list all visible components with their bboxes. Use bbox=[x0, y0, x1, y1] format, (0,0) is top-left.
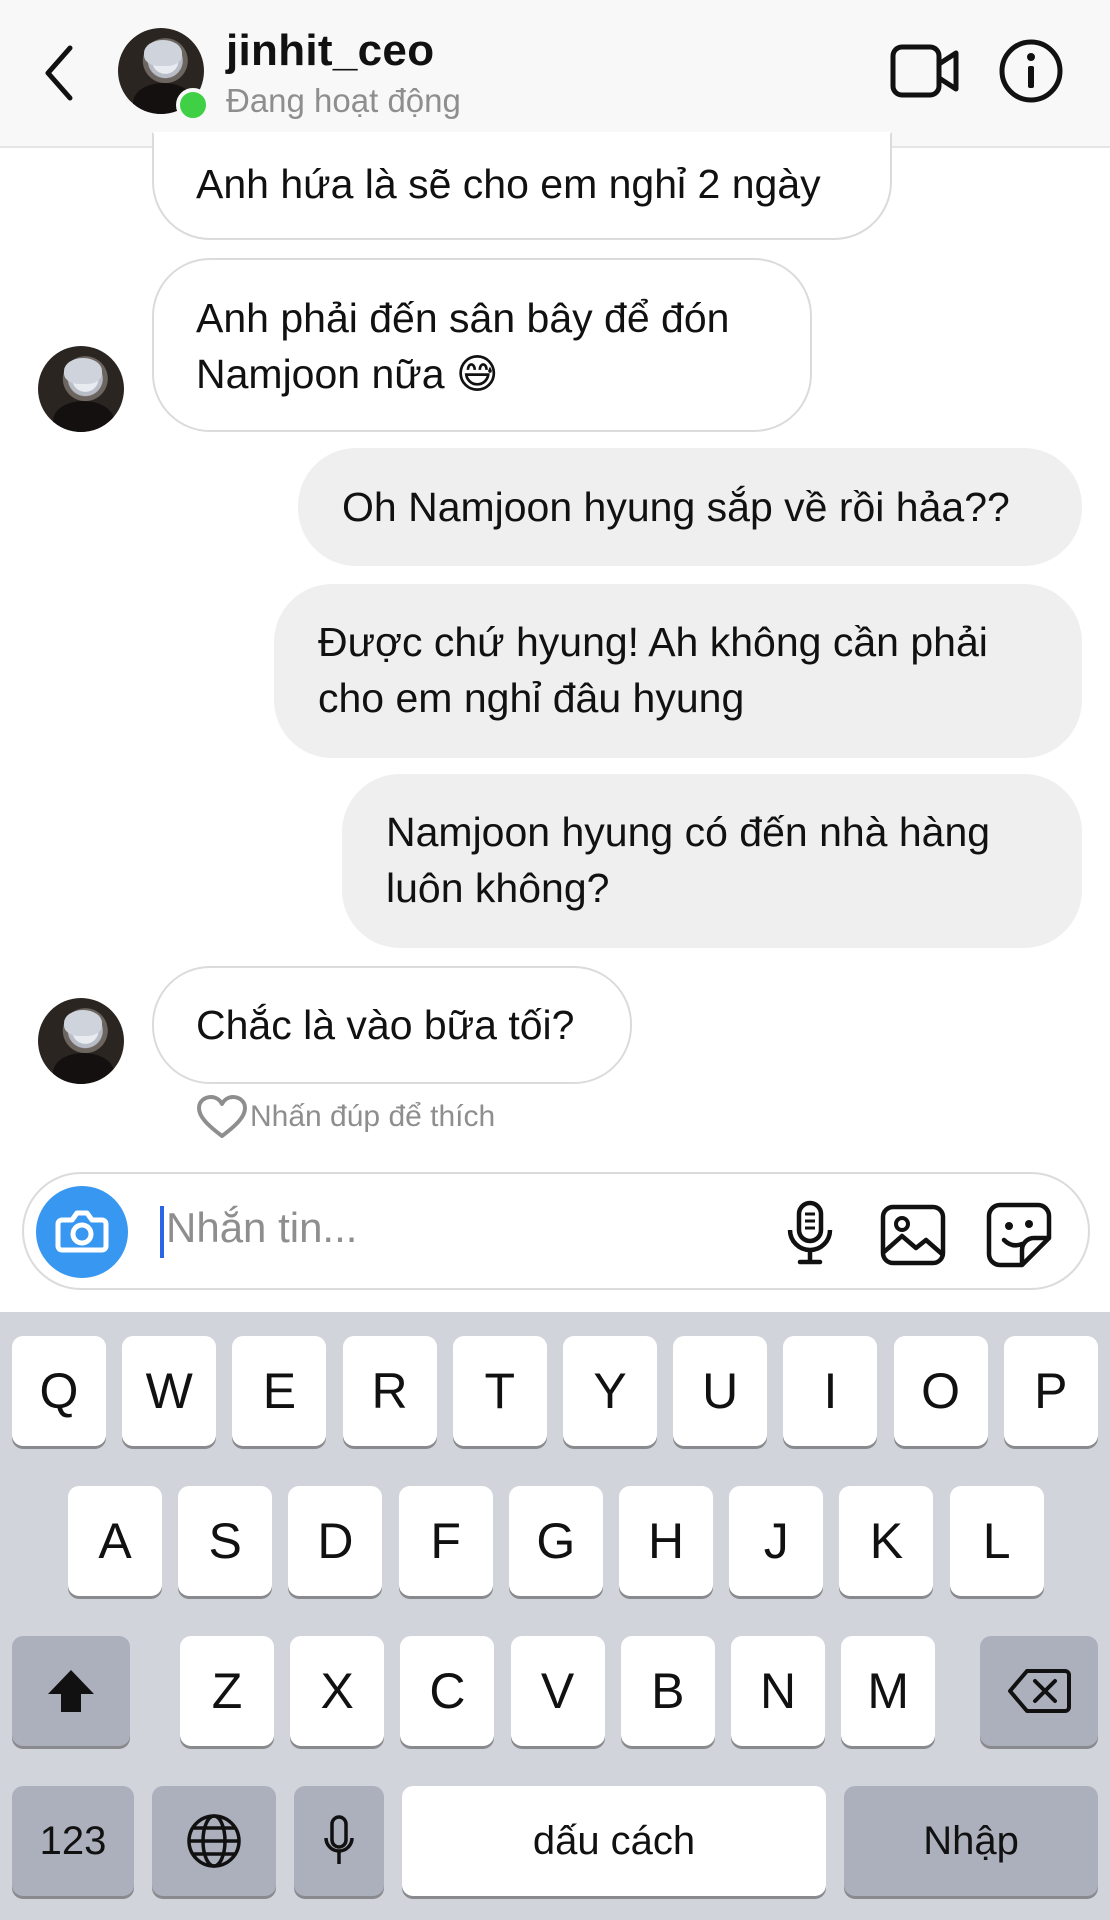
key-o[interactable]: O bbox=[893, 1336, 988, 1446]
message-text: Namjoon nữa 😅 bbox=[196, 351, 499, 397]
dictation-key[interactable] bbox=[294, 1786, 384, 1896]
message-composer: Nhắn tin... bbox=[22, 1172, 1090, 1290]
camera-button[interactable] bbox=[36, 1186, 128, 1278]
message-bubble-outgoing[interactable]: Oh Namjoon hyung sắp về rồi hảa?? bbox=[298, 448, 1082, 566]
key-k[interactable]: K bbox=[839, 1486, 934, 1596]
double-tap-like-hint: Nhấn đúp để thích bbox=[196, 1094, 495, 1140]
key-d[interactable]: D bbox=[288, 1486, 383, 1596]
sender-avatar bbox=[38, 998, 124, 1084]
key-h[interactable]: H bbox=[619, 1486, 713, 1596]
key-g[interactable]: G bbox=[508, 1486, 603, 1596]
key-u[interactable]: U bbox=[673, 1336, 768, 1446]
key-e[interactable]: E bbox=[232, 1336, 327, 1446]
message-text: Oh Namjoon hyung sắp về rồi hảa?? bbox=[342, 484, 1010, 530]
message-bubble-incoming[interactable]: Anh phải đến sân bây để đón Namjoon nữa … bbox=[152, 258, 812, 432]
key-i[interactable]: I bbox=[783, 1336, 878, 1446]
key-v[interactable]: V bbox=[510, 1636, 605, 1746]
video-call-icon[interactable] bbox=[890, 44, 960, 98]
gallery-icon[interactable] bbox=[880, 1204, 946, 1266]
message-bubble-outgoing[interactable]: Namjoon hyung có đến nhà hàng luôn không… bbox=[342, 774, 1082, 948]
shift-icon bbox=[48, 1670, 94, 1712]
message-bubble-incoming[interactable]: Anh hứa là sẽ cho em nghỉ 2 ngày bbox=[152, 132, 892, 240]
space-key[interactable]: dấu cách bbox=[402, 1786, 826, 1896]
key-b[interactable]: B bbox=[620, 1636, 715, 1746]
chat-username[interactable]: jinhit_ceo bbox=[226, 26, 434, 76]
message-text: cho em nghỉ đâu hyung bbox=[318, 675, 745, 721]
dictation-mic-icon bbox=[324, 1815, 354, 1864]
microphone-icon[interactable] bbox=[784, 1200, 836, 1266]
key-n[interactable]: N bbox=[731, 1636, 825, 1746]
message-text: Anh hứa là sẽ cho em nghỉ 2 ngày bbox=[196, 161, 821, 207]
key-f[interactable]: F bbox=[398, 1486, 493, 1596]
key-r[interactable]: R bbox=[342, 1336, 437, 1446]
numbers-key[interactable]: 123 bbox=[12, 1786, 134, 1896]
key-l[interactable]: L bbox=[949, 1486, 1044, 1596]
key-q[interactable]: Q bbox=[12, 1336, 106, 1446]
key-x[interactable]: X bbox=[290, 1636, 385, 1746]
key-z[interactable]: Z bbox=[180, 1636, 274, 1746]
message-text: luôn không? bbox=[386, 865, 610, 911]
activity-status: Đang hoạt động bbox=[226, 82, 461, 119]
key-m[interactable]: M bbox=[841, 1636, 936, 1746]
globe-key[interactable] bbox=[152, 1786, 276, 1896]
sticker-icon[interactable] bbox=[986, 1202, 1052, 1268]
chat-header: jinhit_ceo Đang hoạt động bbox=[0, 0, 1110, 148]
like-hint-text: Nhấn đúp để thích bbox=[250, 1100, 496, 1133]
key-y[interactable]: Y bbox=[563, 1336, 657, 1446]
key-c[interactable]: C bbox=[400, 1636, 495, 1746]
return-key[interactable]: Nhập bbox=[844, 1786, 1098, 1896]
back-arrow-icon[interactable] bbox=[38, 40, 82, 106]
message-bubble-outgoing[interactable]: Được chứ hyung! Ah không cần phải cho em… bbox=[274, 584, 1082, 758]
globe-icon bbox=[187, 1814, 241, 1868]
online-status-dot bbox=[176, 88, 210, 122]
key-s[interactable]: S bbox=[178, 1486, 273, 1596]
text-cursor bbox=[160, 1206, 164, 1258]
key-j[interactable]: J bbox=[729, 1486, 824, 1596]
message-text: Được chứ hyung! Ah không cần phải bbox=[318, 619, 988, 665]
message-text: Namjoon hyung có đến nhà hàng bbox=[386, 809, 991, 855]
key-t[interactable]: T bbox=[452, 1336, 547, 1446]
message-bubble-incoming[interactable]: Chắc là vào bữa tối? bbox=[152, 966, 632, 1084]
backspace-key[interactable] bbox=[980, 1636, 1098, 1746]
info-icon[interactable] bbox=[998, 38, 1064, 104]
message-text: Chắc là vào bữa tối? bbox=[196, 1002, 575, 1048]
key-w[interactable]: W bbox=[122, 1336, 217, 1446]
key-p[interactable]: P bbox=[1003, 1336, 1098, 1446]
message-input[interactable]: Nhắn tin... bbox=[166, 1204, 357, 1252]
camera-icon bbox=[55, 1210, 109, 1253]
message-text: Anh phải đến sân bây để đón bbox=[196, 295, 730, 341]
backspace-icon bbox=[1008, 1669, 1071, 1713]
sender-avatar bbox=[38, 346, 124, 432]
key-a[interactable]: A bbox=[68, 1486, 162, 1596]
heart-icon[interactable] bbox=[196, 1094, 248, 1140]
shift-key[interactable] bbox=[12, 1636, 130, 1746]
keyboard: QWERTYUIOP ASDFGHJKL ZXCVBNM 123 dấu các… bbox=[0, 1312, 1110, 1920]
